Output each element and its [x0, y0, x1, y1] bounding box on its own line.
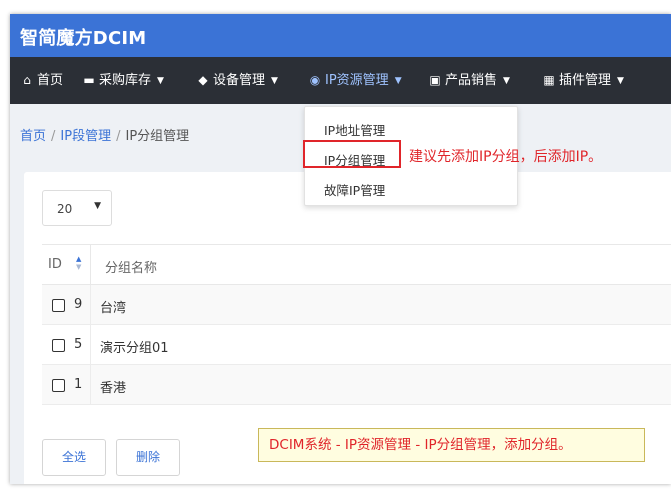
nav-item-label: 采购库存: [99, 73, 152, 88]
cart-icon: ▣: [429, 73, 441, 87]
column-divider: [90, 245, 91, 285]
nav-item-plugins[interactable]: ▦ 插件管理 ▼: [542, 57, 624, 104]
nav-item-ip-resources[interactable]: ◉ IP资源管理 ▼: [308, 57, 402, 104]
delete-button[interactable]: 删除: [116, 439, 180, 476]
main-nav: ⌂ 首页 ▬ 采购库存 ▼ ◆ 设备管理 ▼ ◉ IP资源管理 ▼ ▣ 产品销售 ▼ ▦ 插件管理 ▼: [10, 57, 671, 104]
brand-bar: 智简魔方DCIM: [10, 14, 671, 57]
page-size-select[interactable]: 20 ▼: [42, 190, 112, 226]
map-marker-icon: ◉: [309, 73, 321, 87]
dropdown-item-ip-address[interactable]: IP地址管理: [324, 120, 385, 139]
chevron-down-icon: ▼: [157, 76, 164, 86]
row-id: 9: [74, 297, 83, 312]
nav-item-label: IP资源管理: [325, 73, 389, 88]
row-checkbox[interactable]: [52, 299, 65, 312]
nav-item-home[interactable]: ⌂ 首页: [20, 57, 63, 104]
chevron-down-icon: ▼: [271, 76, 278, 86]
hdd-icon: ▬: [83, 73, 95, 87]
annotation-tip: 建议先添加IP分组，后添加IP。: [409, 149, 603, 165]
row-name: 演示分组01: [100, 341, 169, 356]
page-size-value: 20: [57, 202, 73, 216]
row-checkbox[interactable]: [52, 339, 65, 352]
nav-item-label: 设备管理: [213, 73, 266, 88]
table-row: 5 演示分组01: [42, 325, 671, 365]
home-icon: ⌂: [23, 73, 31, 87]
chevron-down-icon: ▼: [394, 76, 402, 86]
table-row: 9 台湾: [42, 285, 671, 325]
breadcrumb-separator: /: [116, 129, 121, 144]
group-table: ID ▲ ▼ 分组名称 9 台湾 5 演示分组01 1 香港: [42, 244, 671, 405]
nav-item-label: 插件管理: [559, 73, 612, 88]
highlight-box: [303, 140, 401, 168]
table-row: 1 香港: [42, 365, 671, 405]
row-name: 香港: [100, 381, 127, 396]
nav-item-label: 产品销售: [445, 73, 498, 88]
breadcrumb-separator: /: [51, 129, 56, 144]
row-id: 1: [74, 377, 83, 392]
column-header-name: 分组名称: [105, 261, 158, 276]
nav-item-sales[interactable]: ▣ 产品销售 ▼: [428, 57, 510, 104]
grid-icon: ▦: [543, 73, 555, 87]
chevron-down-icon: ▼: [503, 76, 510, 86]
app-window: 智简魔方DCIM ⌂ 首页 ▬ 采购库存 ▼ ◆ 设备管理 ▼ ◉ IP资源管理 ▼ ▣ 产品销…: [10, 14, 671, 484]
select-all-button[interactable]: 全选: [42, 439, 106, 476]
row-name: 台湾: [100, 301, 127, 316]
app-title: 智简魔方DCIM: [20, 28, 147, 49]
column-divider: [90, 285, 91, 325]
column-header-id[interactable]: ID: [48, 257, 62, 272]
caret-down-icon: ▼: [94, 201, 101, 211]
sort-icon[interactable]: ▲ ▼: [76, 255, 81, 271]
column-divider: [90, 365, 91, 405]
nav-item-purchasing[interactable]: ▬ 采购库存 ▼: [82, 57, 164, 104]
breadcrumb: 首页 / IP段管理 / IP分组管理: [20, 125, 189, 144]
table-header: ID ▲ ▼ 分组名称: [42, 245, 671, 285]
breadcrumb-section[interactable]: IP段管理: [60, 129, 111, 144]
chevron-down-icon: ▼: [617, 76, 624, 86]
cube-icon: ◆: [198, 73, 208, 87]
row-id: 5: [74, 337, 83, 352]
breadcrumb-current: IP分组管理: [125, 129, 190, 144]
nav-item-devices[interactable]: ◆ 设备管理 ▼: [196, 57, 278, 104]
column-divider: [90, 325, 91, 365]
nav-item-label: 首页: [37, 73, 64, 88]
dropdown-item-faulty-ip[interactable]: 故障IP管理: [324, 180, 385, 199]
annotation-note: DCIM系统 - IP资源管理 - IP分组管理，添加分组。: [258, 428, 645, 462]
breadcrumb-home[interactable]: 首页: [20, 129, 46, 144]
row-checkbox[interactable]: [52, 379, 65, 392]
